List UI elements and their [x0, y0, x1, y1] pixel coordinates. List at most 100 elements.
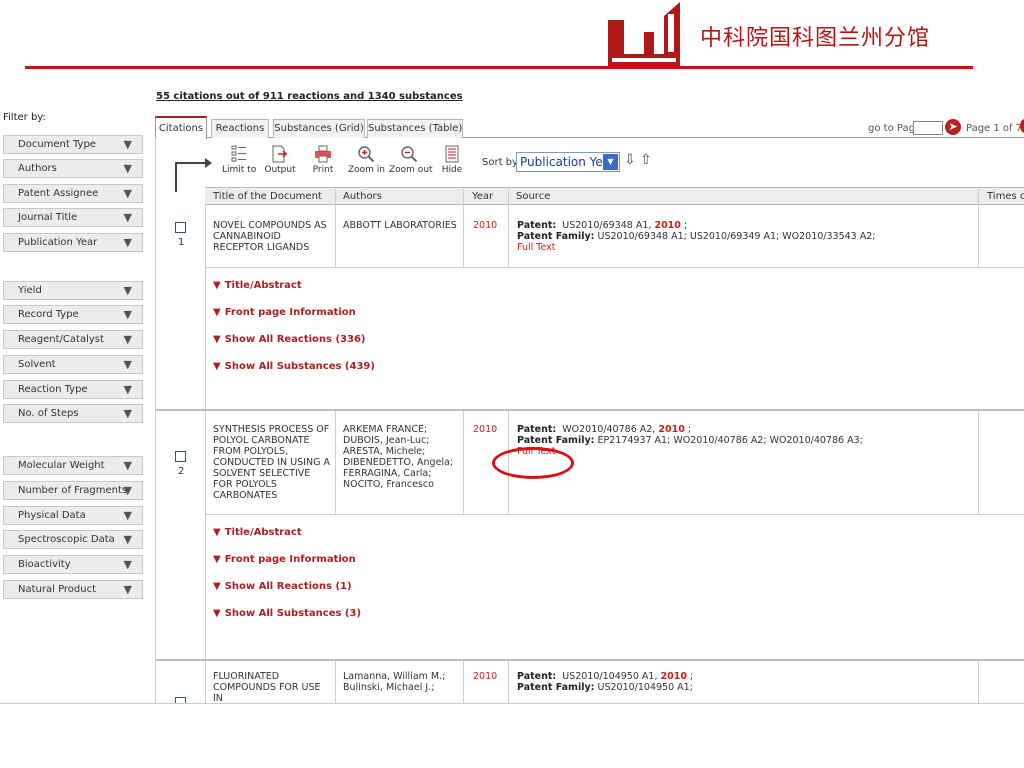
output-label: Output [264, 165, 296, 175]
full-text-link[interactable]: Full Text [517, 242, 555, 253]
filter-physical-data[interactable]: Physical Data ▼ [3, 506, 143, 525]
print-button[interactable]: Print [310, 145, 336, 181]
filter-yield[interactable]: Yield ▼ [3, 281, 143, 300]
patent-end: ; [687, 424, 692, 435]
doc-source: Patent: WO2010/40786 A2, 2010 ; Patent F… [517, 424, 977, 457]
filter-molecular-weight[interactable]: Molecular Weight ▼ [3, 456, 143, 475]
expand-arrow-icon: ▼ [123, 583, 132, 596]
header-divider [25, 66, 973, 69]
col-authors-header[interactable]: Authors [343, 191, 382, 202]
tab-substances-grid[interactable]: Substances (Grid) [273, 119, 365, 138]
hide-button[interactable]: Hide [440, 145, 464, 181]
filter-document-type[interactable]: Document Type ▼ [3, 135, 143, 154]
limit-to-button[interactable]: Limit to [222, 145, 256, 181]
patent-family-label: Patent Family: [517, 682, 595, 693]
reaxys-results-screenshot: Filter by: Document Type ▼ Authors ▼ Patent … [0, 85, 1024, 703]
show-reactions-toggle[interactable]: ▼ Show All Reactions (336) [213, 334, 366, 345]
expand-arrow-icon: ▼ [123, 533, 132, 546]
zoom-out-button[interactable]: Zoom out [389, 145, 433, 181]
title-abstract-toggle[interactable]: ▼ Title/Abstract [213, 280, 302, 291]
sort-ascending-icon[interactable]: ⇧ [640, 152, 652, 168]
front-page-toggle[interactable]: ▼ Front page Information [213, 554, 356, 565]
goto-page-arrow-icon[interactable]: ➤ [945, 119, 961, 135]
col-sep [463, 411, 464, 514]
filter-natural-product[interactable]: Natural Product ▼ [3, 580, 143, 599]
filter-bioactivity[interactable]: Bioactivity ▼ [3, 555, 143, 574]
expand-arrow-icon: ▼ [213, 554, 221, 565]
output-icon [272, 145, 288, 163]
filter-authors[interactable]: Authors ▼ [3, 159, 143, 178]
record-checkbox[interactable] [175, 222, 186, 233]
row-sep [205, 514, 1024, 515]
results-summary-link[interactable]: 55 citations out of 911 reactions and 13… [156, 91, 463, 102]
filter-reaction-type[interactable]: Reaction Type ▼ [3, 380, 143, 399]
expander-label: Show All Reactions (1) [224, 581, 352, 592]
filter-number-of-fragments[interactable]: Number of Fragments ▼ [3, 481, 143, 500]
expand-arrow-icon: ▼ [213, 608, 221, 619]
expander-label: Show All Reactions (336) [224, 334, 366, 345]
filter-no-of-steps[interactable]: No. of Steps ▼ [3, 404, 143, 423]
record-checkbox[interactable] [175, 451, 186, 462]
sort-by-select[interactable]: Publication Year ▼ [516, 152, 620, 172]
zoom-in-button[interactable]: Zoom in [348, 145, 385, 181]
col-source-header[interactable]: Source [516, 191, 550, 202]
expand-arrow-icon: ▼ [123, 558, 132, 571]
filter-label: Publication Year [18, 237, 98, 248]
show-substances-toggle[interactable]: ▼ Show All Substances (3) [213, 608, 361, 619]
expand-arrow-icon: ▼ [123, 333, 132, 346]
col-year-header[interactable]: Year [472, 191, 493, 202]
tab-reactions[interactable]: Reactions [211, 119, 269, 138]
sort-by-value: Publication Year [520, 155, 616, 169]
expand-arrow-icon: ▼ [123, 509, 132, 522]
patent-year: 2010 [658, 424, 685, 435]
col-title-header[interactable]: Title of the Document [213, 191, 322, 202]
expand-arrow-icon: ▼ [123, 187, 132, 200]
col-times-cited-header[interactable]: Times cite [987, 191, 1024, 202]
doc-year: 2010 [473, 671, 498, 682]
filter-label: Record Type [18, 309, 79, 320]
patent-family-line: Patent Family: US2010/104950 A1; [517, 682, 977, 693]
filter-journal-title[interactable]: Journal Title ▼ [3, 208, 143, 227]
show-reactions-toggle[interactable]: ▼ Show All Reactions (1) [213, 581, 352, 592]
sort-descending-icon[interactable]: ⇩ [624, 152, 636, 168]
filter-publication-year[interactable]: Publication Year ▼ [3, 233, 143, 252]
title-abstract-toggle[interactable]: ▼ Title/Abstract [213, 527, 302, 538]
show-substances-toggle[interactable]: ▼ Show All Substances (439) [213, 361, 375, 372]
table-header: Title of the Document Authors Year Sourc… [205, 187, 1024, 205]
patent-family-value: US2010/104950 A1; [597, 682, 693, 693]
record-number: 2 [178, 466, 185, 477]
filter-label: No. of Steps [18, 408, 79, 419]
row-sep [205, 267, 1024, 268]
filter-patent-assignee[interactable]: Patent Assignee ▼ [3, 184, 143, 203]
patent-value: US2010/69348 A1, [562, 220, 652, 231]
front-page-toggle[interactable]: ▼ Front page Information [213, 307, 356, 318]
filter-record-type[interactable]: Record Type ▼ [3, 305, 143, 324]
goto-page-input[interactable] [913, 121, 943, 135]
filter-label: Journal Title [18, 212, 78, 223]
screenshot-bottom-edge [0, 703, 1024, 704]
patent-line: Patent: US2010/104950 A1, 2010 ; [517, 671, 977, 682]
filter-label: Yield [18, 285, 42, 296]
col-sep [335, 187, 336, 267]
filter-spectroscopic-data[interactable]: Spectroscopic Data ▼ [3, 530, 143, 549]
filter-solvent[interactable]: Solvent ▼ [3, 355, 143, 374]
filter-label: Natural Product [18, 584, 97, 595]
next-page-icon[interactable] [1020, 119, 1024, 133]
tab-substances-table[interactable]: Substances (Table) [367, 119, 463, 138]
col-sep [335, 661, 336, 703]
doc-title: SYNTHESIS PROCESS OF POLYOL CARBONATE FR… [213, 424, 330, 501]
expand-arrow-icon: ▼ [213, 280, 221, 291]
limit-to-icon [231, 145, 246, 162]
output-button[interactable]: Output [262, 145, 298, 181]
expand-arrow-icon: ▼ [123, 308, 132, 321]
library-logo [606, 2, 682, 66]
tab-citations[interactable]: Citations [155, 116, 207, 139]
patent-family-line: Patent Family: EP2174937 A1; WO2010/4078… [517, 435, 977, 446]
page-indicator: Page 1 of 7 [966, 123, 1023, 134]
print-label: Print [312, 165, 334, 175]
expander-label: Title/Abstract [224, 280, 302, 291]
patent-year: 2010 [660, 671, 687, 682]
filter-label: Reagent/Catalyst [18, 334, 104, 345]
expand-arrow-icon: ▼ [123, 358, 132, 371]
filter-reagent-catalyst[interactable]: Reagent/Catalyst ▼ [3, 330, 143, 349]
